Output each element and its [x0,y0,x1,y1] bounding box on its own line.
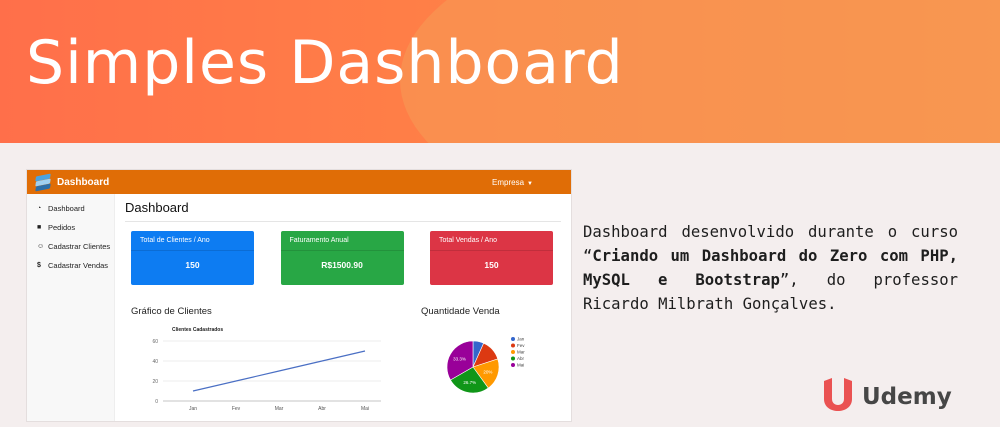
briefcase-icon: ■ [37,224,42,231]
card-title: Total de Clientes / Ano [131,231,254,251]
legend-swatch [511,363,515,367]
y-tick-label: 60 [152,339,158,345]
card-title: Total Vendas / Ano [430,231,553,251]
card-value: 150 [484,260,499,270]
page-title: Dashboard [125,200,561,222]
clientes-chart-heading: Gráfico de Clientes [131,306,212,317]
brand-label: Dashboard [57,176,110,188]
legend-swatch [511,343,515,348]
sidebar-item-cadastrar-clientes[interactable]: ☺ Cadastrar Clientes [37,242,114,252]
legend-label: Mar [517,350,525,355]
y-tick-label: 0 [155,399,158,405]
legend-swatch [511,337,515,341]
slice-label: 26.7% [463,380,476,385]
pie-chart: 20% 26.7% 33.3% JanFev MarAbr Mai [446,337,525,394]
sidebar-item-pedidos[interactable]: ■ Pedidos [37,223,114,233]
x-tick-label: Mar [275,406,284,412]
stat-card-faturamento: Faturamento Anual R$1500.90 [280,231,404,285]
line-chart: Clientes Cadastrados 0 20 40 60 Jan Fev Mar Abr M… [152,327,381,412]
sidebar-item-label: Cadastrar Vendas [48,261,109,270]
venda-chart-block: Quantidade Venda 20% 26.7% 33.3% Jan Fev Mar A… [421,306,551,418]
card-value: 150 [185,260,200,270]
main-content: Dashboard Total de Clientes / Ano 150 Fa… [115,194,571,421]
empresa-label: Empresa [492,177,525,187]
stat-cards: Total de Clientes / Ano 150 Faturamento … [125,231,561,285]
stat-card-vendas: Total Vendas / Ano 150 [430,231,553,285]
navbar-brand[interactable]: Dashboard [35,173,110,192]
chart-title: Clientes Cadastrados [172,327,223,333]
card-title: Faturamento Anual [280,231,404,251]
sidebar: ◔ Dashboard ■ Pedidos ☺ Cadastrar Client… [27,194,115,421]
legend-label: Mai [517,363,524,368]
udemy-logo: Udemy [820,377,952,417]
y-tick-label: 40 [152,359,158,365]
dashboard-screenshot: Dashboard Empresa ▼ ◔ Dashboard ■ Pedidos… [27,170,571,421]
sidebar-item-cadastrar-vendas[interactable]: $ Cadastrar Vendas [37,261,114,271]
venda-chart-heading: Quantidade Venda [421,306,500,317]
legend-label: Abr [517,356,525,361]
x-tick-label: Abr [318,406,326,412]
legend-label: Jan [517,337,525,342]
stack-logo-icon [35,173,51,192]
description-text: Dashboard desenvolvido durante o curso “… [583,220,958,316]
sidebar-item-label: Cadastrar Clientes [48,242,111,251]
banner: Simples Dashboard [0,0,1000,143]
card-value: R$1500.90 [321,260,363,270]
stat-card-clientes: Total de Clientes / Ano 150 [131,231,254,285]
series-line [192,350,366,392]
banner-title: Simples Dashboard [26,28,624,98]
user-icon: ☺ [37,243,45,250]
udemy-logo-icon [824,378,852,411]
x-tick-label: Jan [189,406,197,412]
sidebar-item-dashboard[interactable]: ◔ Dashboard [37,204,114,214]
navbar: Dashboard Empresa ▼ [27,170,571,194]
y-tick-label: 20 [152,379,158,385]
clientes-chart-block: Gráfico de Clientes Clientes Cadastrados… [131,306,421,418]
legend-label: Fev [517,343,525,348]
caret-down-icon: ▼ [527,180,533,187]
x-tick-label: Fev [232,406,241,412]
empresa-dropdown[interactable]: Empresa ▼ [492,178,533,187]
sidebar-item-label: Pedidos [48,223,76,232]
legend-swatch [511,350,515,354]
udemy-wordmark: Udemy [862,384,952,410]
slice-label: 20% [483,369,492,374]
charts-row: Gráfico de Clientes Clientes Cadastrados… [125,306,561,418]
tachometer-icon: ◔ [37,205,42,212]
sidebar-item-label: Dashboard [48,204,85,213]
slice-label: 33.3% [453,357,466,362]
x-tick-label: Mai [361,406,369,412]
legend-swatch [511,356,515,361]
dollar-icon: $ [37,262,41,269]
